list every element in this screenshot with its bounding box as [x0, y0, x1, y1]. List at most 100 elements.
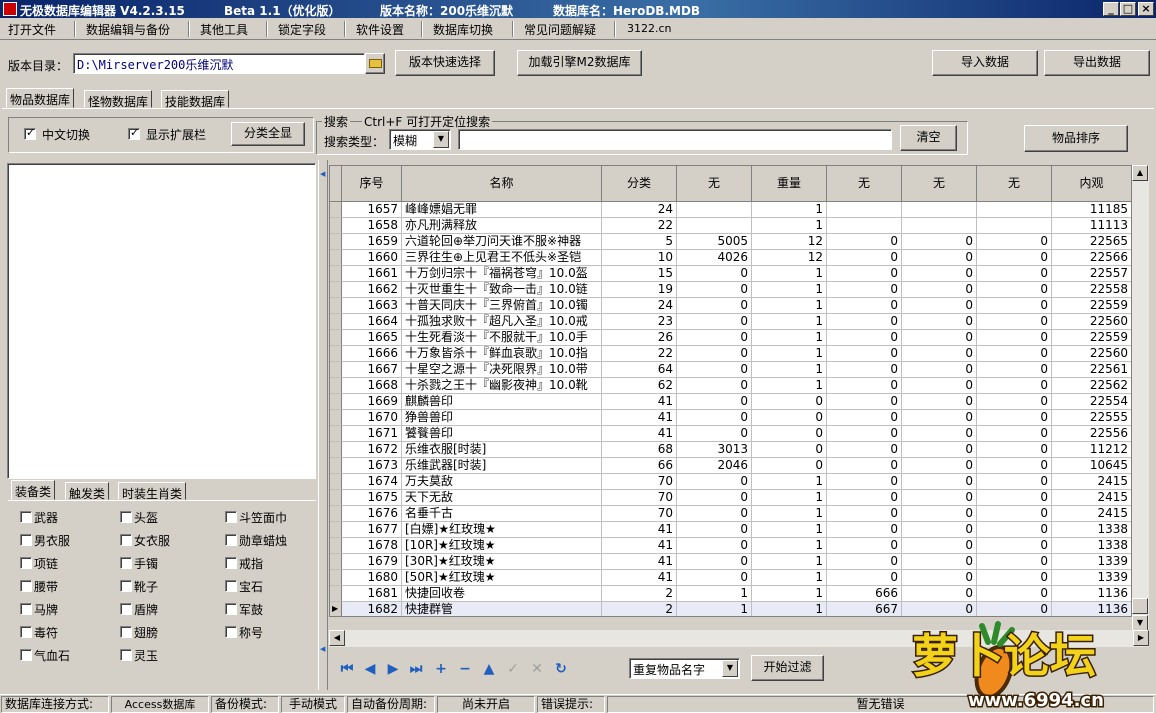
table-cell[interactable]: 0: [902, 250, 977, 266]
table-cell[interactable]: 5: [602, 234, 677, 250]
table-row[interactable]: 1659 六道轮回⊕举刀问天谁不服※神器 5 5005 12 0 0 0 22565: [330, 234, 1131, 250]
table-cell[interactable]: 2415: [1052, 474, 1131, 490]
table-cell[interactable]: 1659: [342, 234, 402, 250]
table-cell[interactable]: 0: [902, 410, 977, 426]
show-all-button[interactable]: 分类全显: [231, 122, 305, 146]
table-cell[interactable]: 667: [827, 602, 902, 616]
table-cell[interactable]: [10R]★红玫瑰★: [402, 538, 602, 554]
column-header[interactable]: 无: [977, 166, 1052, 202]
table-cell[interactable]: 22560: [1052, 346, 1131, 362]
table-cell[interactable]: 六道轮回⊕举刀问天谁不服※神器: [402, 234, 602, 250]
row-indicator[interactable]: [330, 362, 342, 378]
table-cell[interactable]: 22557: [1052, 266, 1131, 282]
tab-skills[interactable]: 技能数据库: [161, 90, 230, 109]
table-cell[interactable]: 0: [677, 394, 752, 410]
table-cell[interactable]: 0: [977, 570, 1052, 586]
table-row[interactable]: 1664 十孤独求败十『超凡入圣』10.0戒 23 0 1 0 0 0 22560: [330, 314, 1131, 330]
table-cell[interactable]: 0: [977, 586, 1052, 602]
table-cell[interactable]: 0: [827, 474, 902, 490]
table-cell[interactable]: 0: [902, 266, 977, 282]
table-cell[interactable]: 1: [752, 378, 827, 394]
table-cell[interactable]: 1658: [342, 218, 402, 234]
table-cell[interactable]: 0: [752, 442, 827, 458]
table-cell[interactable]: 22566: [1052, 250, 1131, 266]
table-cell[interactable]: 0: [977, 458, 1052, 474]
table-cell[interactable]: 41: [602, 426, 677, 442]
category-checkbox[interactable]: [20, 603, 32, 615]
table-cell[interactable]: 0: [902, 394, 977, 410]
table-row[interactable]: 1678 [10R]★红玫瑰★ 41 0 1 0 0 0 1338: [330, 538, 1131, 554]
table-cell[interactable]: 十生死看淡十『不服就干』10.0手: [402, 330, 602, 346]
table-cell[interactable]: 0: [977, 282, 1052, 298]
table-row[interactable]: 1663 十普天同庆十『三界俯首』10.0镯 24 0 1 0 0 0 22559: [330, 298, 1131, 314]
table-cell[interactable]: 0: [977, 554, 1052, 570]
table-cell[interactable]: 23: [602, 314, 677, 330]
table-cell[interactable]: 0: [827, 570, 902, 586]
table-cell[interactable]: 1666: [342, 346, 402, 362]
table-cell[interactable]: [977, 202, 1052, 218]
table-cell[interactable]: 0: [677, 362, 752, 378]
category-checkbox[interactable]: [120, 603, 132, 615]
table-cell[interactable]: 1: [752, 218, 827, 234]
table-cell[interactable]: 1: [752, 506, 827, 522]
table-cell[interactable]: 41: [602, 394, 677, 410]
table-cell[interactable]: 666: [827, 586, 902, 602]
export-button[interactable]: 导出数据: [1044, 50, 1150, 76]
table-cell[interactable]: 10645: [1052, 458, 1131, 474]
table-cell[interactable]: 0: [902, 522, 977, 538]
table-row[interactable]: 1662 十灭世重生十『致命一击』10.0链 19 0 1 0 0 0 22558: [330, 282, 1131, 298]
row-indicator[interactable]: [330, 490, 342, 506]
table-cell[interactable]: 22562: [1052, 378, 1131, 394]
table-cell[interactable]: 70: [602, 490, 677, 506]
table-cell[interactable]: 0: [827, 298, 902, 314]
table-cell[interactable]: 0: [827, 266, 902, 282]
table-cell[interactable]: 0: [977, 394, 1052, 410]
table-cell[interactable]: 0: [977, 330, 1052, 346]
table-cell[interactable]: 22565: [1052, 234, 1131, 250]
table-cell[interactable]: 1: [752, 330, 827, 346]
table-cell[interactable]: 1: [752, 346, 827, 362]
table-cell[interactable]: 2415: [1052, 490, 1131, 506]
table-cell[interactable]: 0: [752, 410, 827, 426]
chevron-down-icon[interactable]: ▼: [722, 660, 738, 677]
table-cell[interactable]: 三界往生⊕上见君王不低头※圣铠: [402, 250, 602, 266]
table-row[interactable]: 1673 乐维武器[时装] 66 2046 0 0 0 0 10645: [330, 458, 1131, 474]
table-cell[interactable]: 1681: [342, 586, 402, 602]
table-cell[interactable]: 22561: [1052, 362, 1131, 378]
table-cell[interactable]: 1338: [1052, 538, 1131, 554]
table-cell[interactable]: 0: [902, 442, 977, 458]
table-cell[interactable]: 0: [677, 538, 752, 554]
category-checkbox[interactable]: [225, 580, 237, 592]
tab-fashion[interactable]: 时装生肖类: [118, 482, 187, 501]
table-row[interactable]: 1667 十星空之源十『决死限界』10.0带 64 0 1 0 0 0 22561: [330, 362, 1131, 378]
table-cell[interactable]: 0: [977, 234, 1052, 250]
table-cell[interactable]: 名垂千古: [402, 506, 602, 522]
table-cell[interactable]: 0: [977, 538, 1052, 554]
table-cell[interactable]: 0: [977, 362, 1052, 378]
table-cell[interactable]: 0: [902, 570, 977, 586]
row-indicator[interactable]: [330, 250, 342, 266]
table-cell[interactable]: [827, 218, 902, 234]
table-cell[interactable]: 19: [602, 282, 677, 298]
category-checkbox[interactable]: [225, 557, 237, 569]
table-cell[interactable]: 0: [977, 346, 1052, 362]
clear-button[interactable]: 清空: [900, 125, 957, 151]
table-cell[interactable]: 0: [977, 490, 1052, 506]
row-indicator[interactable]: [330, 298, 342, 314]
menu-lock-fields[interactable]: 锁定字段: [278, 21, 326, 38]
table-cell[interactable]: 0: [902, 554, 977, 570]
table-cell[interactable]: 22559: [1052, 330, 1131, 346]
table-cell[interactable]: 1: [677, 602, 752, 616]
load-engine-button[interactable]: 加载引擎M2数据库: [517, 50, 642, 76]
scroll-up-icon[interactable]: ▲: [1132, 165, 1148, 181]
table-cell[interactable]: 0: [677, 554, 752, 570]
table-cell[interactable]: 41: [602, 522, 677, 538]
category-checkbox[interactable]: [20, 580, 32, 592]
table-cell[interactable]: 乐维武器[时装]: [402, 458, 602, 474]
table-cell[interactable]: 68: [602, 442, 677, 458]
table-cell[interactable]: 1662: [342, 282, 402, 298]
table-row[interactable]: 1677 [白嫖]★红玫瑰★ 41 0 1 0 0 0 1338: [330, 522, 1131, 538]
category-checkbox[interactable]: [20, 626, 32, 638]
column-header[interactable]: 无: [827, 166, 902, 202]
menu-settings[interactable]: 软件设置: [356, 21, 404, 38]
